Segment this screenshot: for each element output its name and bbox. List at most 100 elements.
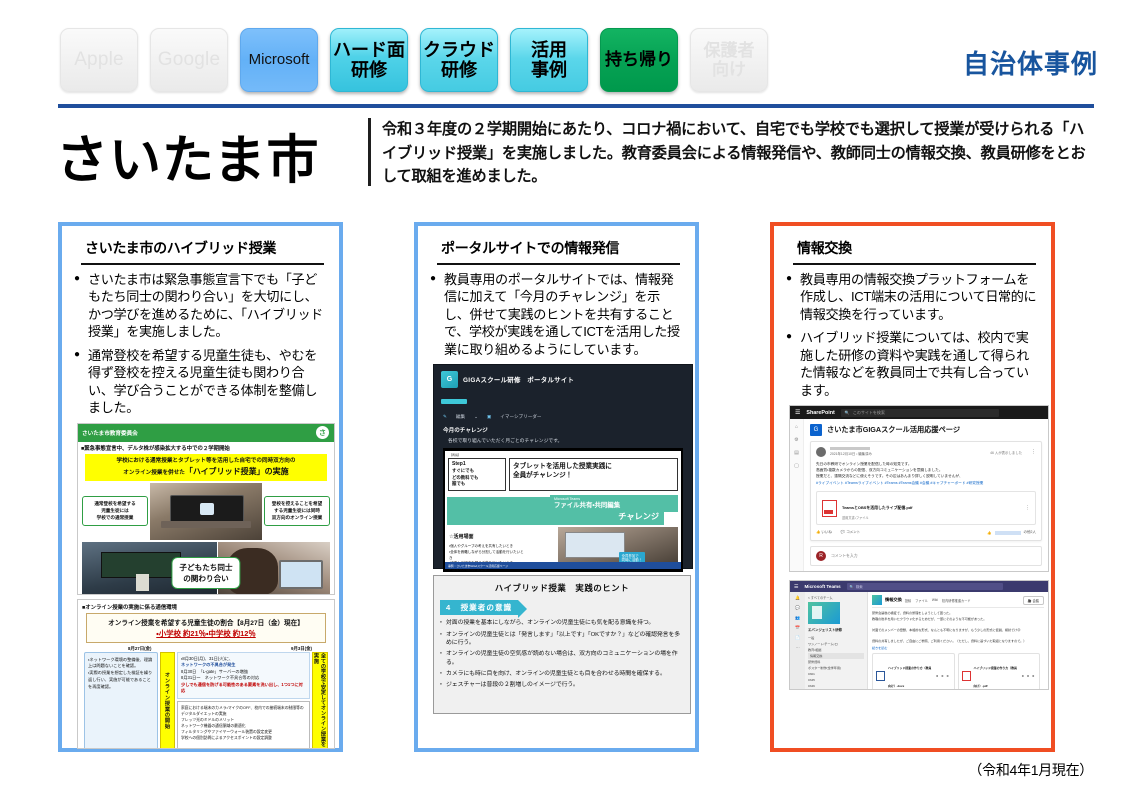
laptop-base-shape bbox=[161, 521, 251, 528]
files-icon[interactable]: 📄 bbox=[795, 635, 800, 640]
waffle-menu-icon[interactable]: ☰ bbox=[794, 584, 798, 590]
chevron-down-icon[interactable]: ⌄ bbox=[474, 414, 478, 420]
waffle-menu-icon[interactable]: ☰ bbox=[795, 409, 800, 416]
documents-icon[interactable]: ▢ bbox=[794, 463, 799, 469]
figure-d-chip: 4 授業者の意識 bbox=[440, 600, 528, 619]
panel-hybrid-lesson-rule bbox=[81, 263, 324, 265]
figure-a-header-title: さいたま市教育委員会 bbox=[82, 430, 138, 437]
figure-c-step-row: Step1 すぐにでも どの教科でも 誰でも タブレットを活用した授業実践に 全… bbox=[448, 458, 678, 491]
list-item: さいたま市は緊急事態宣言下でも「子どもたち同士の関わり合い」を大切にし、かつ学び… bbox=[74, 271, 328, 341]
channel-item[interactable]: 0347 bbox=[808, 690, 864, 691]
meet-now-button[interactable]: 🎥 会議 bbox=[1022, 595, 1044, 605]
attachment-item[interactable]: ハイブリッド授業の作り方（教員向け）.pdf Esbisano ・ 情報交換 ⋯ bbox=[957, 652, 1041, 690]
tab-apple[interactable]: Apple bbox=[60, 28, 138, 92]
more-options-icon[interactable]: ⋯ bbox=[935, 666, 951, 686]
figure-f-brand: Microsoft Teams bbox=[804, 584, 841, 590]
giga-portal-icon: G bbox=[441, 371, 458, 389]
tab-for-guardians-line2: 向け bbox=[712, 60, 746, 79]
figure-b-ratio-box: オンライン授業を希望する児童生徒の割合【8月27日（金）現在】 ・小学校 約21… bbox=[86, 612, 326, 643]
footnote-date: （令和4年1月現在） bbox=[968, 762, 1093, 778]
figure-b-measures-list: 家庭における端末のカメラ・マイクのOFF、校内での接続端末の制限等のデジタルダイ… bbox=[177, 700, 310, 748]
teacher-shape bbox=[135, 573, 150, 592]
figure-e-file-attachment[interactable]: TeamsとOBSを活用したライブ配信.pdf 送用文書・ファイル ⋮ bbox=[816, 491, 1036, 526]
tab-wiki[interactable]: Wiki bbox=[932, 598, 938, 603]
figure-e-author-name-redacted bbox=[830, 447, 870, 451]
city-logo-icon: さ bbox=[315, 425, 330, 441]
tab-take-home[interactable]: 持ち帰り bbox=[600, 28, 678, 92]
figure-c-headline: タブレットを活用した授業実践に 全員がチャレンジ！ bbox=[509, 458, 678, 491]
figure-b-incident-line5: 少しでも通信を防げる可能性のある要素を洗い出し、1つ1つに対応 bbox=[181, 681, 303, 694]
figure-a-capsule-caption: 子どもたち同士 の関わり合い bbox=[171, 556, 241, 589]
list-item: 教員専用のポータルサイトでは、情報発信に加えて「今月のチャレンジ」を示し、併せて… bbox=[430, 271, 684, 359]
figure-f-message-text: 研修会議後の検証で、資料の整理をしようとして困った。 教職の後半を用いたクラウド… bbox=[872, 611, 1027, 644]
figure-e-comment-placeholder: コメントを入力 bbox=[831, 553, 858, 558]
figure-f-search-input[interactable]: 🔍 検索 bbox=[846, 583, 1003, 591]
word-file-icon bbox=[876, 670, 885, 681]
tab-cloud-training-line1: クラウド bbox=[423, 39, 495, 60]
figure-f-read-more-link[interactable]: 続きを読む bbox=[872, 645, 1044, 650]
attachment-item[interactable]: ハイブリッド授業の作り方（教員向け）.docx Esbisano ・ 情報交換 … bbox=[872, 652, 955, 690]
gear-icon[interactable]: ⚙ bbox=[794, 437, 798, 443]
panel-hybrid-lesson-bullets: さいたま市は緊急事態宣言下でも「子どもたち同士の関わり合い」を大切にし、かつ学び… bbox=[74, 271, 328, 417]
tab-for-guardians[interactable]: 保護者 向け bbox=[690, 28, 768, 92]
tab-posts[interactable]: 投稿 bbox=[905, 598, 911, 603]
more-options-icon[interactable]: ⋮ bbox=[1031, 449, 1036, 455]
list-item: オンラインの児童生徒の空気感が読めない場合は、双方向のコミュニケーションの場を作… bbox=[438, 650, 684, 667]
teams-icon[interactable]: 👥 bbox=[795, 615, 800, 620]
list-item: 学校への個別訪問によるアクセスポイントの設定調整 bbox=[181, 736, 272, 741]
edit-icon[interactable]: ✎ bbox=[443, 414, 447, 420]
comment-button[interactable]: 💬 コメント bbox=[841, 530, 860, 535]
figure-teams-screenshot: ☰ Microsoft Teams 🔍 検索 🔔 💬 👥 📅 📄 ⋯ < すべて… bbox=[789, 580, 1049, 691]
calendar-icon[interactable]: 📅 bbox=[795, 625, 800, 630]
figure-c-menu-reader[interactable]: イマーシブリーダー bbox=[500, 414, 541, 420]
figure-c-bottom-bar: 事例：さいたま市GIGAスクール活用応援ページ bbox=[445, 562, 681, 570]
figure-b-strip-right: 全ての学校で安定してオンライン授業を実施 bbox=[312, 651, 328, 748]
list-item: 家庭における端末のカメラ・マイクのOFF、校内での接続端末の制限等のデジタルダイ… bbox=[181, 705, 304, 716]
figure-b-date-left: 8月27日(金) bbox=[128, 645, 152, 651]
tab-google[interactable]: Google bbox=[150, 28, 228, 92]
tab-microsoft[interactable]: Microsoft bbox=[240, 28, 318, 92]
site-logo-icon: G bbox=[810, 424, 822, 437]
tab-training-card[interactable]: 校内研修推進カード bbox=[942, 598, 971, 603]
figure-f-back-link[interactable]: < すべてのチーム bbox=[808, 595, 864, 600]
activity-icon[interactable]: 🔔 bbox=[795, 595, 800, 600]
tab-use-cases-line2: 事例 bbox=[531, 60, 567, 80]
figure-e-search-input[interactable]: 🔍 このサイトを検索 bbox=[840, 408, 999, 417]
figure-e-comment-box[interactable]: R コメントを入力 bbox=[810, 546, 1042, 567]
reader-icon[interactable]: ▣ bbox=[487, 414, 491, 420]
like-button[interactable]: 👍 いいね bbox=[816, 530, 832, 535]
panel-portal-site-bullets: 教員専用のポータルサイトでは、情報発信に加えて「今月のチャレンジ」を示し、併せて… bbox=[430, 271, 684, 359]
list-item: 教員専用の情報交換プラットフォームを作成し、ICT端末の活用について日常的に情報… bbox=[786, 271, 1040, 324]
figure-f-app-rail: 🔔 💬 👥 📅 📄 ⋯ bbox=[790, 592, 805, 690]
panel-portal-site-rule bbox=[437, 263, 680, 265]
figure-b-incident-box: ・8月30日(月)、31日(火)に、 ネットワークの不具合が発生 8月30日 「… bbox=[177, 651, 310, 699]
chat-icon[interactable]: 💬 bbox=[795, 605, 800, 610]
more-options-icon[interactable]: ⋮ bbox=[1025, 505, 1030, 511]
category-tab-bar: Apple Google Microsoft ハード面 研修 クラウド 研修 活… bbox=[60, 28, 768, 92]
panel-portal-site: ポータルサイトでの情報発信 教員専用のポータルサイトでは、情報発信に加えて「今月… bbox=[414, 222, 699, 752]
figure-f-meet-label: 会議 bbox=[1032, 598, 1039, 603]
panel-information-exchange: 情報交換 教員専用の情報交換プラットフォームを作成し、ICT端末の活用について日… bbox=[770, 222, 1055, 752]
tablet-screen-shape bbox=[565, 532, 625, 558]
figure-c-menu-edit[interactable]: 編集 bbox=[456, 414, 465, 420]
figure-c-slide-tag: 【再掲】 bbox=[449, 453, 462, 458]
tab-hardware-training[interactable]: ハード面 研修 bbox=[330, 28, 408, 92]
list-item: カメラにも時に目を向け、オンラインの児童生徒とも目を合わせる時間を確保する。 bbox=[438, 670, 684, 679]
figure-e-post-tags[interactable]: #ライブイベント #Teamsライブイベント #Teams #Teams会議 #… bbox=[816, 481, 1036, 487]
figure-f-channels: 一般 ワンノート・チーム・ロ 教育・相談 情報交換 研修資料 ポスター制作(全学… bbox=[808, 635, 864, 691]
home-icon[interactable]: ⌂ bbox=[795, 424, 798, 430]
figure-c-section-title: 今月のチャレンジ bbox=[443, 428, 488, 435]
figure-e-left-rail: ⌂ ⚙ ▤ ▢ bbox=[790, 419, 804, 572]
figure-e-file-name: TeamsとOBSを活用したライブ配信.pdf bbox=[842, 505, 913, 511]
figure-f-channel-list: < すべてのチーム エバンジェリスト研修 一般 ワンノート・チーム・ロ 教育・相… bbox=[805, 592, 868, 691]
figure-education-board-document: さいたま市教育委員会 さ ■緊急事態宣言中、デルタ株が感染拡大する中での２学期開… bbox=[77, 422, 335, 595]
tab-use-cases[interactable]: 活用 事例 bbox=[510, 28, 588, 92]
figure-e-file-sub: 送用文書・ファイル bbox=[842, 516, 869, 521]
tab-files[interactable]: ファイル bbox=[915, 598, 928, 603]
figure-e-post-text: 先日の市教研でオンライン授業を配信した時の知見です。 高画質・複数カメラからの配… bbox=[816, 462, 963, 479]
tab-cloud-training[interactable]: クラウド 研修 bbox=[420, 28, 498, 92]
pages-icon[interactable]: ▤ bbox=[794, 450, 799, 456]
more-apps-icon[interactable]: ⋯ bbox=[796, 645, 800, 650]
more-options-icon[interactable]: ⋯ bbox=[1020, 666, 1036, 686]
list-item: 通常登校を希望する児童生徒も、やむを得ず登校を控える児童生徒も関わり合い、学び合… bbox=[74, 347, 328, 417]
